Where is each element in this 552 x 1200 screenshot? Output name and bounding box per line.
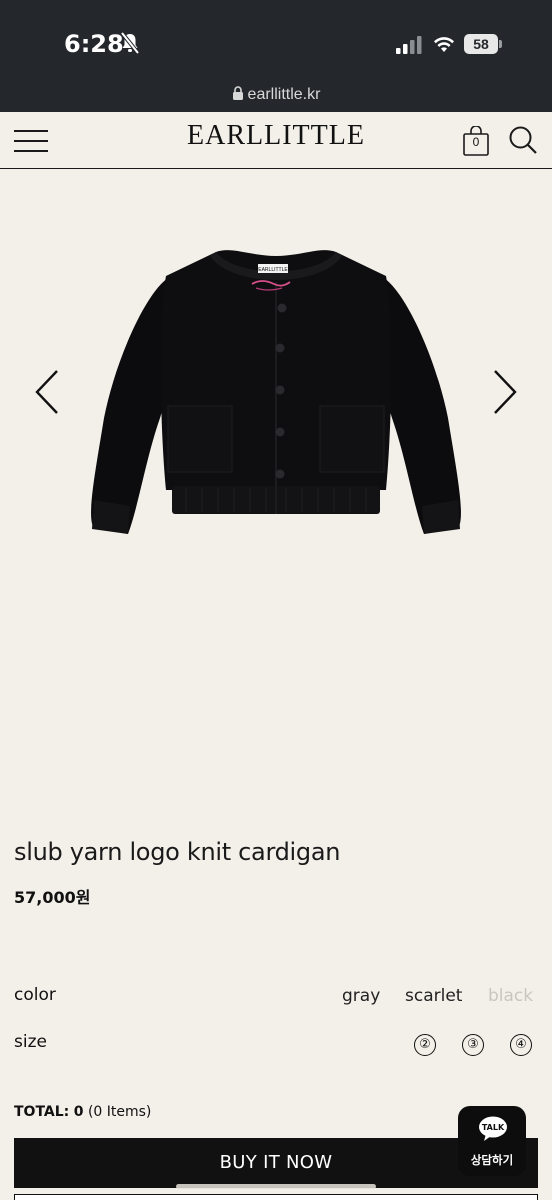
chat-label: 상담하기 bbox=[470, 1153, 514, 1167]
color-option-black[interactable]: black bbox=[488, 986, 533, 1006]
browser-url-bar[interactable]: earllittle.kr bbox=[0, 80, 552, 112]
battery-tip bbox=[499, 40, 502, 48]
search-icon[interactable] bbox=[508, 125, 538, 155]
kakao-chat-button[interactable]: TALK 상담하기 bbox=[458, 1106, 526, 1176]
size-option-2[interactable]: ② bbox=[414, 1034, 436, 1056]
cart-icon[interactable]: 0 bbox=[462, 125, 490, 156]
color-option-scarlet[interactable]: scarlet bbox=[405, 986, 462, 1006]
next-image-arrow-icon[interactable] bbox=[490, 368, 520, 416]
home-indicator bbox=[176, 1184, 376, 1189]
status-bar: 6:28 58 bbox=[0, 0, 552, 80]
chat-bubble-text: TALK bbox=[482, 1123, 505, 1132]
color-option-label: color bbox=[14, 985, 56, 1005]
silent-bell-icon bbox=[120, 32, 140, 54]
size-option-3[interactable]: ③ bbox=[462, 1034, 484, 1056]
lock-icon bbox=[232, 86, 243, 100]
product-label-tag: EARLLITTLE bbox=[258, 267, 288, 273]
product-price: 57,000원 bbox=[14, 888, 91, 907]
total-label: TOTAL: bbox=[14, 1104, 70, 1120]
site-header: EARLLITTLE 0 bbox=[0, 112, 552, 169]
cellular-signal-icon bbox=[396, 36, 422, 54]
cart-count: 0 bbox=[472, 135, 480, 149]
battery-indicator: 58 bbox=[464, 34, 502, 54]
total-items: (0 Items) bbox=[87, 1104, 152, 1120]
size-option-label: size bbox=[14, 1032, 47, 1052]
color-option-gray[interactable]: gray bbox=[342, 986, 380, 1006]
total-amount: 0 bbox=[73, 1104, 84, 1120]
size-option-4[interactable]: ④ bbox=[510, 1034, 532, 1056]
chat-bubble-icon: TALK bbox=[479, 1116, 507, 1141]
status-time: 6:28 bbox=[64, 30, 124, 58]
battery-level: 58 bbox=[464, 34, 498, 54]
previous-image-arrow-icon[interactable] bbox=[32, 368, 62, 416]
url-text[interactable]: earllittle.kr bbox=[248, 86, 321, 103]
product-image: EARLLITTLE bbox=[91, 250, 461, 534]
bottom-button-edge bbox=[14, 1194, 538, 1200]
wifi-icon bbox=[434, 37, 454, 52]
order-total: TOTAL: 0 (0 Items) bbox=[14, 1104, 151, 1120]
product-title: slub yarn logo knit cardigan bbox=[14, 838, 341, 866]
menu-icon[interactable] bbox=[14, 128, 50, 154]
